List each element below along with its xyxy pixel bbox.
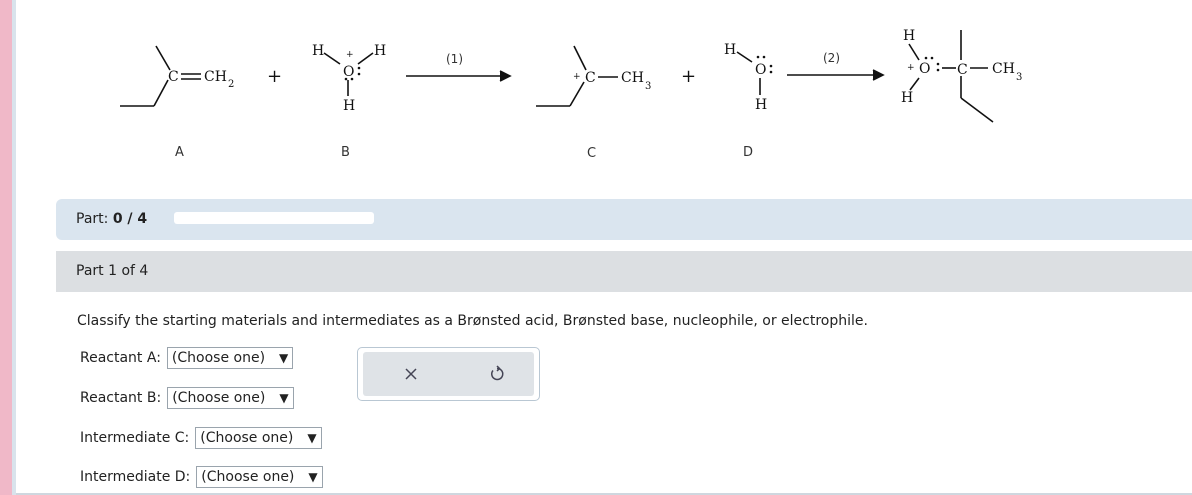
select-value: (Choose one): [201, 469, 295, 485]
step-2-label: (2): [823, 51, 840, 65]
row-reactant-a: Reactant A: (Choose one) ▼: [80, 347, 294, 369]
product-h-top: H: [903, 28, 915, 44]
row-intermediate-d: Intermediate D: (Choose one) ▼: [80, 466, 323, 488]
row-intermediate-c: Intermediate C: (Choose one) ▼: [80, 427, 322, 449]
compound-a-label: A: [175, 145, 184, 160]
undo-icon: [491, 365, 504, 381]
compound-d: H O H D: [724, 42, 773, 160]
compound-b-label: B: [341, 145, 350, 160]
step-1-label: (1): [446, 52, 463, 66]
reaction-scheme: C CH 2 A + H H + O H B (1) + C CH 3 C + …: [120, 28, 1022, 161]
answer-tools-panel: [357, 347, 540, 401]
select-value: (Choose one): [171, 350, 266, 366]
compound-d-atom: O: [755, 62, 766, 78]
row-label: Intermediate D:: [80, 469, 191, 485]
part-progress-label: Part: 0 / 4: [76, 211, 147, 227]
dropdown-arrow-icon: ▼: [279, 391, 289, 405]
compound-b-h-left: H: [312, 43, 324, 59]
answer-tools-inner: [363, 352, 534, 396]
part-progress-value: 0 / 4: [112, 211, 148, 227]
compound-b: H H + O H B: [312, 43, 386, 160]
compound-c: + C CH 3 C: [536, 45, 651, 161]
part-header-title: Part 1 of 4: [76, 263, 149, 279]
compound-c-charge: +: [573, 72, 581, 82]
part-header: Part 1 of 4: [56, 251, 1192, 292]
reactant-a-select[interactable]: (Choose one) ▼: [166, 347, 294, 369]
select-value: (Choose one): [172, 390, 266, 406]
dropdown-arrow-icon: ▼: [307, 431, 317, 445]
compound-a-atom: C: [168, 69, 179, 85]
dropdown-arrow-icon: ▼: [279, 351, 289, 365]
row-label: Intermediate C:: [80, 430, 190, 446]
compound-d-label: D: [743, 145, 753, 160]
product: H + O C CH 3 H: [901, 28, 1022, 123]
compound-d-h-left: H: [724, 42, 736, 58]
plus-sign-2: +: [681, 66, 696, 87]
compound-c-subscript: 3: [645, 81, 651, 92]
plus-sign-1: +: [267, 66, 282, 87]
compound-a: C CH 2 A: [120, 45, 234, 160]
compound-d-h-bottom: H: [755, 97, 767, 113]
compound-c-group: CH: [621, 70, 644, 86]
intermediate-c-select[interactable]: (Choose one) ▼: [195, 427, 322, 449]
compound-c-label: C: [587, 146, 596, 161]
row-label: Reactant B:: [80, 390, 162, 406]
reactant-b-select[interactable]: (Choose one) ▼: [167, 387, 294, 409]
product-subscript: 3: [1016, 72, 1022, 83]
row-label: Reactant A:: [80, 350, 161, 366]
reset-button[interactable]: [467, 352, 527, 396]
compound-a-group: CH: [204, 69, 227, 85]
part-progress-bar: Part: 0 / 4: [56, 199, 1192, 240]
select-value: (Choose one): [200, 430, 294, 446]
compound-b-atom: O: [343, 64, 354, 80]
compound-a-subscript: 2: [228, 79, 234, 90]
compound-b-h-bottom: H: [343, 98, 355, 114]
product-charge: +: [907, 63, 915, 73]
question-text: Classify the starting materials and inte…: [77, 313, 868, 329]
close-icon: [405, 368, 417, 380]
clear-button[interactable]: [381, 352, 441, 396]
product-carbon: C: [957, 62, 968, 78]
compound-c-atom: C: [585, 70, 596, 86]
dropdown-arrow-icon: ▼: [308, 470, 318, 484]
reaction-arrow-1: (1): [406, 52, 512, 82]
reaction-arrow-2: (2): [787, 51, 885, 81]
intermediate-d-select[interactable]: (Choose one) ▼: [196, 466, 323, 488]
product-oxygen: O: [919, 61, 930, 77]
part-progress-prefix: Part:: [76, 211, 109, 227]
row-reactant-b: Reactant B: (Choose one) ▼: [80, 387, 294, 409]
compound-b-h-right: H: [374, 43, 386, 59]
product-h-bottom: H: [901, 90, 913, 106]
compound-b-charge: +: [346, 50, 354, 60]
product-group: CH: [992, 61, 1015, 77]
progress-track: [174, 212, 374, 224]
